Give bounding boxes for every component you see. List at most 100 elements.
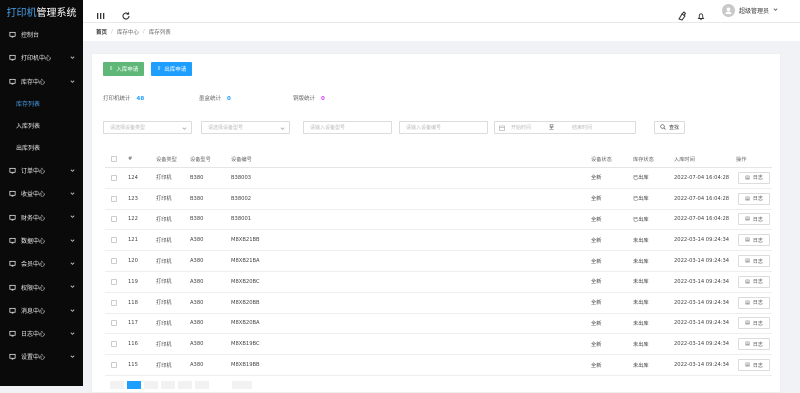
cell-device-status: 全新: [591, 237, 602, 244]
clear-cache-icon[interactable]: [677, 6, 687, 21]
page-prev[interactable]: [110, 381, 124, 389]
sidebar-item-doc[interactable]: 订单中心: [0, 159, 83, 182]
log-button[interactable]: ▤ 日志: [738, 317, 770, 330]
log-button[interactable]: ▤ 日志: [738, 171, 770, 184]
sidebar-item-box[interactable]: 库存中心: [0, 70, 83, 93]
row-checkbox[interactable]: [111, 341, 117, 348]
cell-device-type: 打印机: [156, 300, 172, 307]
device-serial-input[interactable]: 请输入设备型号: [303, 121, 392, 134]
page-3[interactable]: [161, 381, 175, 389]
cell-device-code: B38002: [231, 195, 252, 202]
cell-device-type: 打印机: [156, 320, 172, 327]
menu-toggle-icon[interactable]: [96, 6, 106, 19]
cell-index: 118: [128, 299, 138, 306]
cell-device-type: 打印机: [156, 279, 172, 286]
gear-icon: [8, 353, 16, 361]
table-row: 120 打印机 A380 M8XB21BA 全新 未出库 2022-03-14 09:24:…: [105, 251, 772, 272]
log-icon: ▤: [745, 362, 750, 369]
log-button[interactable]: ▤ 日志: [738, 275, 770, 288]
log-label: 日志: [752, 258, 763, 265]
refresh-icon[interactable]: [121, 6, 131, 20]
row-checkbox[interactable]: [111, 195, 117, 202]
page-5[interactable]: [195, 381, 209, 389]
log-button[interactable]: ▤ 日志: [738, 192, 770, 205]
cell-device-model: B380: [190, 216, 204, 223]
log-button[interactable]: ▤ 日志: [738, 213, 770, 226]
sidebar-item-grid[interactable]: 数据中心: [0, 229, 83, 252]
row-checkbox[interactable]: [111, 174, 117, 181]
sidebar-item-mail[interactable]: 消息中心: [0, 299, 83, 322]
device-type-select[interactable]: 请选择设备类型: [103, 121, 192, 134]
stock-out-button[interactable]: ⇧ 出库申请: [151, 62, 192, 76]
log-label: 日志: [752, 300, 763, 307]
chevron-down-icon: [70, 238, 75, 243]
row-checkbox[interactable]: [111, 299, 117, 306]
cell-stock-status: 已出库: [633, 175, 649, 182]
cell-device-status: 全新: [591, 300, 602, 307]
col-stock-in-time: 入库时间: [674, 156, 695, 163]
sidebar-item-monitor[interactable]: 控制台: [0, 23, 83, 46]
select-all-checkbox[interactable]: [111, 156, 117, 162]
cell-stock-status: 已出库: [633, 216, 649, 223]
cell-index: 122: [128, 216, 138, 223]
log-icon: ▤: [745, 320, 750, 327]
row-checkbox[interactable]: [111, 278, 117, 285]
sidebar-subitem[interactable]: 出库列表: [0, 137, 83, 159]
sidebar-item-gear[interactable]: 设置中心: [0, 345, 83, 368]
row-checkbox[interactable]: [111, 216, 117, 223]
sidebar-item-log[interactable]: 日志中心: [0, 322, 83, 345]
date-range-input[interactable]: 开始时间 至 结束时间: [494, 121, 636, 134]
log-button[interactable]: ▤ 日志: [738, 359, 770, 372]
cell-stock-in-time: 2022-03-14 09:24:34: [674, 341, 730, 348]
inventory-table: # 设备类型 设备型号 设备编号 设备状态 库存状态 入库时间 操作 124 打印…: [105, 151, 772, 376]
log-label: 日志: [752, 237, 763, 244]
device-code-input[interactable]: 请输入设备编号: [399, 121, 488, 134]
log-button[interactable]: ▤ 日志: [738, 234, 770, 247]
sidebar-item-wallet[interactable]: 财务中心: [0, 205, 83, 228]
sidebar-item-label: 库存中心: [21, 78, 46, 86]
upload-icon: ⇧: [156, 66, 162, 72]
stock-in-button[interactable]: ⇩ 入库申请: [103, 62, 144, 76]
breadcrumb-home[interactable]: 首页: [96, 28, 107, 36]
log-label: 日志: [752, 216, 763, 223]
log-button[interactable]: ▤ 日志: [738, 296, 770, 309]
cartridge-stat: 墨盒统计 0: [199, 94, 231, 102]
content-card: ⇩ 入库申请 ⇧ 出库申请 打印机统计 48 墨盒统计 0 铜版统计 0 请选择设备类型 …: [91, 53, 781, 393]
breadcrumb: 首页 / 库存中心 / 库存列表: [83, 23, 800, 41]
sidebar-subitem[interactable]: 库存列表: [0, 93, 83, 115]
row-checkbox[interactable]: [111, 258, 117, 265]
log-button[interactable]: ▤ 日志: [738, 338, 770, 351]
breadcrumb-inventory-center[interactable]: 库存中心: [117, 28, 139, 36]
col-index: #: [128, 156, 133, 162]
cell-stock-in-time: 2022-07-04 16:04:28: [674, 195, 730, 202]
sidebar-item-label: 权限中心: [21, 284, 46, 292]
col-stock-status: 库存状态: [633, 156, 654, 163]
log-button[interactable]: ▤ 日志: [738, 255, 770, 268]
bell-icon[interactable]: [696, 6, 706, 21]
sidebar-item-printer[interactable]: 打印机中心: [0, 46, 83, 69]
page-size-select[interactable]: [232, 381, 252, 389]
device-model-select[interactable]: 请选择设备型号: [201, 121, 290, 134]
cell-stock-status: 未出库: [633, 237, 649, 244]
sidebar-item-user[interactable]: 会员中心: [0, 252, 83, 275]
log-label: 日志: [752, 196, 763, 203]
row-checkbox[interactable]: [111, 320, 117, 327]
table-row: 122 打印机 B380 B38001 全新 已出库 2022-07-04 16:04:28…: [105, 210, 772, 231]
search-button[interactable]: 查找: [654, 121, 685, 134]
page-1[interactable]: [127, 381, 141, 389]
chevron-down-icon: [70, 261, 75, 266]
sidebar-subitem[interactable]: 入库列表: [0, 115, 83, 137]
col-device-type: 设备类型: [156, 156, 177, 163]
cell-device-type: 打印机: [156, 341, 172, 348]
cell-device-type: 打印机: [156, 258, 172, 265]
avatar: [721, 4, 735, 17]
row-checkbox[interactable]: [111, 362, 117, 369]
cell-device-type: 打印机: [156, 362, 172, 369]
table-header: # 设备类型 设备型号 设备编号 设备状态 库存状态 入库时间 操作: [105, 151, 772, 168]
user-menu[interactable]: 超级管理员: [721, 4, 778, 17]
row-checkbox[interactable]: [111, 237, 117, 244]
page-4[interactable]: [178, 381, 192, 389]
sidebar-item-key[interactable]: 权限中心: [0, 275, 83, 298]
page-2[interactable]: [144, 381, 158, 389]
sidebar-item-money[interactable]: 收益中心: [0, 182, 83, 205]
